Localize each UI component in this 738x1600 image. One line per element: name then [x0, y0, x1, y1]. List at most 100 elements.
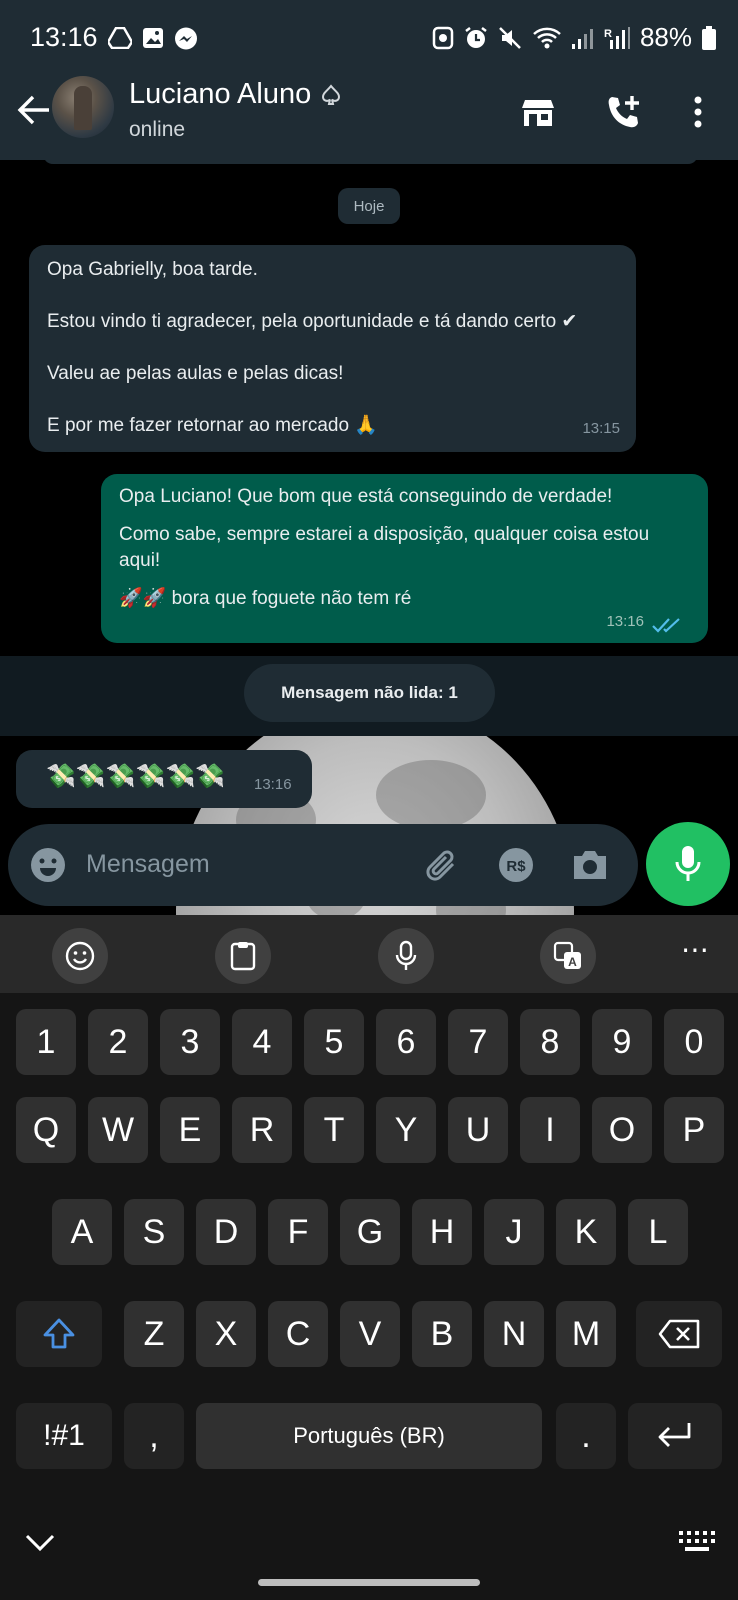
contact-name[interactable]: Luciano Aluno — [129, 78, 343, 111]
period-key[interactable]: . — [556, 1403, 616, 1469]
key-j[interactable]: J — [484, 1199, 544, 1265]
contact-status: online — [129, 118, 186, 141]
home-indicator[interactable] — [258, 1579, 480, 1586]
keyboard-switch-icon[interactable] — [678, 1529, 716, 1555]
key-t[interactable]: T — [304, 1097, 364, 1163]
translate-button[interactable]: A — [540, 928, 596, 984]
arrow-back-icon — [17, 95, 49, 125]
key-m[interactable]: M — [556, 1301, 616, 1367]
toolbar-more-button[interactable]: ⋯ — [681, 936, 710, 964]
key-y[interactable]: Y — [376, 1097, 436, 1163]
message-text: 💸💸💸💸💸💸 — [46, 763, 226, 790]
key-8[interactable]: 8 — [520, 1009, 580, 1075]
message-time: 13:15 — [582, 420, 620, 437]
message-line: Valeu ae pelas aulas e pelas dicas! — [47, 363, 344, 384]
voice-input-button[interactable] — [378, 928, 434, 984]
key-6[interactable]: 6 — [376, 1009, 436, 1075]
backspace-icon — [658, 1319, 700, 1349]
comma-key[interactable]: , — [124, 1403, 184, 1469]
chat-area[interactable]: Hoje Opa Gabrielly, boa tarde. Estou vin… — [0, 160, 738, 915]
key-h[interactable]: H — [412, 1199, 472, 1265]
key-n[interactable]: N — [484, 1301, 544, 1367]
key-l[interactable]: L — [628, 1199, 688, 1265]
more-options-button[interactable] — [676, 90, 720, 134]
emoji-button[interactable] — [28, 845, 68, 885]
outgoing-message[interactable]: Opa Luciano! Que bom que está conseguind… — [101, 474, 708, 643]
message-input[interactable]: Mensagem — [86, 850, 210, 879]
key-o[interactable]: O — [592, 1097, 652, 1163]
svg-text:R$: R$ — [506, 858, 526, 875]
signal-icon — [571, 28, 593, 49]
key-5[interactable]: 5 — [304, 1009, 364, 1075]
shift-key[interactable] — [16, 1301, 102, 1367]
clipboard-button[interactable] — [215, 928, 271, 984]
key-z[interactable]: Z — [124, 1301, 184, 1367]
hide-keyboard-icon[interactable] — [24, 1533, 56, 1553]
brl-payment-icon: R$ — [499, 848, 533, 882]
contact-name-label: Luciano Aluno — [129, 78, 312, 110]
smiley-outline-icon — [65, 941, 95, 971]
key-4[interactable]: 4 — [232, 1009, 292, 1075]
avatar[interactable] — [52, 76, 114, 138]
key-g[interactable]: G — [340, 1199, 400, 1265]
status-time: 13:16 — [30, 22, 98, 52]
message-line: Opa Gabrielly, boa tarde. — [47, 259, 258, 280]
message-line: aqui! — [119, 550, 161, 571]
key-p[interactable]: P — [664, 1097, 724, 1163]
key-i[interactable]: I — [520, 1097, 580, 1163]
catalog-button[interactable] — [516, 90, 560, 134]
message-line: 🚀🚀 bora que foguete não tem ré — [119, 588, 412, 609]
key-1[interactable]: 1 — [16, 1009, 76, 1075]
key-d[interactable]: D — [196, 1199, 256, 1265]
status-bar: 13:16 R 88% — [0, 0, 738, 80]
gallery-icon — [143, 28, 163, 48]
key-f[interactable]: F — [268, 1199, 328, 1265]
payment-button[interactable]: R$ — [496, 845, 536, 885]
key-w[interactable]: W — [88, 1097, 148, 1163]
spade-icon — [322, 83, 341, 105]
message-text: Opa Gabrielly, boa tarde. Estou vindo ti… — [47, 257, 577, 439]
unread-count-chip: Mensagem não lida: 1 — [244, 664, 495, 722]
key-0[interactable]: 0 — [664, 1009, 724, 1075]
key-s[interactable]: S — [124, 1199, 184, 1265]
key-r[interactable]: R — [232, 1097, 292, 1163]
incoming-message[interactable]: 💸💸💸💸💸💸 13:16 — [16, 750, 312, 808]
key-2[interactable]: 2 — [88, 1009, 148, 1075]
key-v[interactable]: V — [340, 1301, 400, 1367]
add-call-button[interactable] — [602, 90, 646, 134]
keyboard-emoji-button[interactable] — [52, 928, 108, 984]
key-b[interactable]: B — [412, 1301, 472, 1367]
battery-percent: 88% — [639, 22, 692, 52]
drive-icon — [108, 27, 132, 49]
symbols-key[interactable]: !#1 — [16, 1403, 112, 1469]
key-c[interactable]: C — [268, 1301, 328, 1367]
key-u[interactable]: U — [448, 1097, 508, 1163]
storefront-icon — [522, 100, 554, 126]
clipboard-icon — [230, 942, 256, 971]
screenshot-icon — [432, 26, 454, 49]
key-a[interactable]: A — [52, 1199, 112, 1265]
key-x[interactable]: X — [196, 1301, 256, 1367]
key-q[interactable]: Q — [16, 1097, 76, 1163]
camera-button[interactable] — [570, 845, 610, 885]
messenger-icon — [175, 27, 197, 50]
voice-message-button[interactable] — [646, 822, 730, 906]
space-key[interactable]: Português (BR) — [196, 1403, 542, 1469]
microphone-icon — [675, 846, 701, 881]
mute-icon — [499, 26, 521, 49]
incoming-message[interactable]: Opa Gabrielly, boa tarde. Estou vindo ti… — [29, 245, 636, 452]
translate-icon: A — [553, 941, 581, 969]
key-e[interactable]: E — [160, 1097, 220, 1163]
key-9[interactable]: 9 — [592, 1009, 652, 1075]
read-ticks-icon — [652, 618, 680, 633]
key-7[interactable]: 7 — [448, 1009, 508, 1075]
back-button[interactable] — [12, 88, 56, 132]
backspace-key[interactable] — [636, 1301, 722, 1367]
enter-return-icon — [658, 1423, 691, 1447]
paperclip-icon — [426, 850, 455, 881]
attach-button[interactable] — [422, 845, 462, 885]
phone-add-icon — [608, 96, 639, 128]
key-k[interactable]: K — [556, 1199, 616, 1265]
enter-key[interactable] — [628, 1403, 722, 1469]
key-3[interactable]: 3 — [160, 1009, 220, 1075]
